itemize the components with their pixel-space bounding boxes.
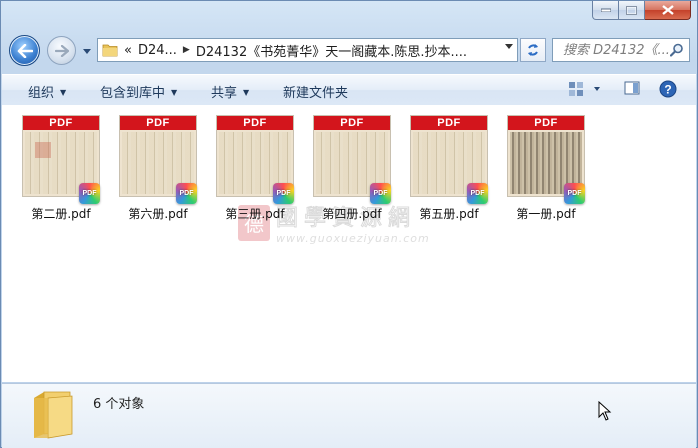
file-name[interactable]: 第六册.pdf [113, 205, 203, 222]
pdf-banner: PDF [23, 116, 99, 130]
organize-button[interactable]: 组织 ▼ [28, 82, 66, 101]
address-bar[interactable]: « D24... ▶ D24132《书苑菁华》天一阁藏本.陈思.抄本.... [97, 38, 518, 62]
folder-icon [102, 44, 118, 57]
file-name[interactable]: 第二册.pdf [16, 205, 106, 222]
file-list[interactable]: 德 國學資源網 www.guoxueziyuan.com PDF PDF 第二册… [2, 105, 696, 382]
pdf-app-icon: PDF [370, 183, 391, 204]
caption-buttons [592, 1, 691, 20]
navigation-bar: « D24... ▶ D24132《书苑菁华》天一阁藏本.陈思.抄本.... [1, 31, 697, 69]
close-icon [661, 5, 674, 15]
refresh-icon [528, 44, 538, 56]
chevron-down-icon: ▼ [243, 88, 250, 97]
maximize-icon [626, 5, 637, 15]
explorer-window: « D24... ▶ D24132《书苑菁华》天一阁藏本.陈思.抄本.... 组… [0, 0, 698, 448]
help-icon: ? [659, 80, 677, 98]
file-item[interactable]: PDF PDF 第四册.pdf [307, 115, 397, 225]
command-bar: 组织 ▼ 包含到库中 ▼ 共享 ▼ 新建文件夹 ? [2, 74, 696, 106]
chevron-down-icon: ▼ [171, 88, 178, 97]
share-button[interactable]: 共享 ▼ [211, 82, 249, 101]
file-item[interactable]: PDF PDF 第二册.pdf [16, 115, 106, 225]
watermark-url: www.guoxueziyuan.com [276, 232, 430, 245]
pdf-app-icon: PDF [467, 183, 488, 204]
breadcrumb-separator-icon[interactable]: ▶ [183, 45, 190, 55]
recent-pages-dropdown[interactable] [81, 45, 93, 57]
refresh-button[interactable] [520, 38, 546, 62]
details-pane: 6 个对象 [2, 383, 696, 448]
file-item[interactable]: PDF PDF 第一册.pdf [501, 115, 591, 225]
address-overflow[interactable]: « [124, 43, 132, 58]
search-box[interactable] [552, 38, 690, 62]
pdf-banner: PDF [314, 116, 390, 130]
include-in-library-button[interactable]: 包含到库中 ▼ [100, 82, 177, 101]
forward-arrow-icon [54, 44, 69, 57]
pdf-banner: PDF [217, 116, 293, 130]
file-name[interactable]: 第一册.pdf [501, 205, 591, 222]
file-item[interactable]: PDF PDF 第五册.pdf [404, 115, 494, 225]
file-name[interactable]: 第五册.pdf [404, 205, 494, 222]
include-in-library-label: 包含到库中 [100, 86, 166, 101]
organize-label: 组织 [28, 86, 55, 101]
minimize-button[interactable] [592, 1, 619, 20]
pdf-app-icon: PDF [176, 183, 197, 204]
mouse-cursor-icon [598, 401, 612, 421]
preview-pane-icon [624, 81, 640, 95]
minimize-icon [600, 8, 611, 12]
new-folder-button[interactable]: 新建文件夹 [283, 82, 348, 101]
pdf-app-icon: PDF [79, 183, 100, 204]
file-name[interactable]: 第四册.pdf [307, 205, 397, 222]
search-input[interactable] [561, 41, 677, 59]
address-dropdown-icon[interactable] [505, 44, 513, 49]
change-view-button[interactable] [568, 80, 602, 101]
back-arrow-icon [17, 43, 33, 58]
help-button[interactable]: ? [659, 80, 677, 101]
pdf-app-icon: PDF [564, 183, 585, 204]
item-count: 6 个对象 [93, 397, 145, 412]
folder-icon [34, 391, 73, 439]
file-item[interactable]: PDF PDF 第三册.pdf [210, 115, 300, 225]
close-button[interactable] [645, 1, 691, 20]
pdf-banner: PDF [120, 116, 196, 130]
preview-pane-button[interactable] [624, 80, 640, 99]
file-name[interactable]: 第三册.pdf [210, 205, 300, 222]
search-icon[interactable] [670, 43, 684, 57]
pdf-app-icon: PDF [273, 183, 294, 204]
pdf-banner: PDF [508, 116, 584, 130]
svg-text:?: ? [664, 83, 671, 97]
breadcrumb-parent[interactable]: D24... [138, 43, 177, 58]
chevron-down-icon: ▼ [60, 88, 67, 97]
new-folder-label: 新建文件夹 [283, 86, 349, 101]
file-item[interactable]: PDF PDF 第六册.pdf [113, 115, 203, 225]
share-label: 共享 [211, 86, 238, 101]
view-options-icon [569, 82, 600, 96]
back-button[interactable] [9, 35, 40, 66]
pdf-banner: PDF [411, 116, 487, 130]
breadcrumb-current[interactable]: D24132《书苑菁华》天一阁藏本.陈思.抄本.... [196, 41, 467, 60]
chevron-down-icon [83, 48, 91, 54]
maximize-button[interactable] [619, 1, 645, 20]
forward-button[interactable] [47, 36, 76, 65]
